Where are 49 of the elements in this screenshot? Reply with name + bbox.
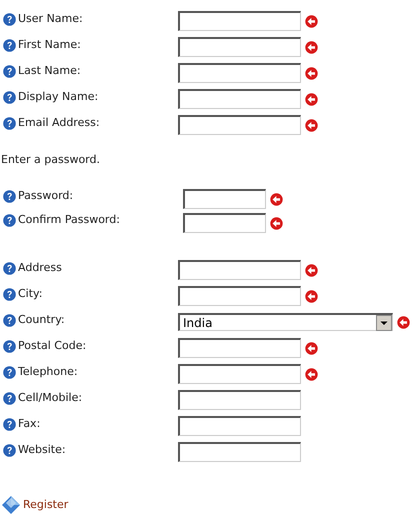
field-label: Website: (18, 442, 66, 458)
help-icon[interactable] (3, 214, 16, 227)
input-field[interactable] (178, 63, 301, 83)
password-field[interactable] (183, 189, 266, 209)
help-icon[interactable] (3, 418, 16, 431)
input-field[interactable] (178, 416, 301, 436)
password-field[interactable] (183, 213, 266, 233)
help-icon[interactable] (3, 444, 16, 457)
help-icon[interactable] (3, 12, 16, 26)
field-label: User Name: (18, 11, 83, 27)
input-field[interactable] (178, 260, 301, 280)
field-label: Confirm Password: (18, 212, 120, 228)
input-field[interactable] (178, 390, 301, 410)
help-icon[interactable] (3, 116, 16, 130)
register-link[interactable]: Register (23, 496, 68, 513)
input-field[interactable] (178, 442, 301, 462)
input-field[interactable] (178, 89, 301, 109)
help-icon[interactable] (3, 262, 16, 275)
field-label: Telephone: (18, 364, 78, 380)
field-label: Email Address: (18, 115, 100, 131)
input-field[interactable] (178, 115, 301, 135)
input-field[interactable] (178, 11, 301, 31)
help-icon[interactable] (3, 392, 16, 405)
field-label: Password: (18, 188, 74, 204)
help-icon[interactable] (3, 288, 16, 301)
input-field[interactable] (178, 364, 301, 384)
input-field[interactable] (178, 37, 301, 57)
input-field[interactable] (178, 338, 301, 358)
help-icon[interactable] (3, 314, 16, 327)
register-icon[interactable] (1, 495, 21, 515)
field-label: Cell/Mobile: (18, 390, 82, 406)
intro-text: Enter a password. (1, 153, 101, 167)
field-label: Address (18, 260, 62, 276)
help-icon[interactable] (3, 190, 16, 203)
help-icon[interactable] (3, 340, 16, 353)
field-label: City: (18, 286, 42, 302)
field-label: Display Name: (18, 89, 98, 105)
input-field[interactable] (178, 286, 301, 306)
field-label: Postal Code: (18, 338, 86, 354)
help-icon[interactable] (3, 366, 16, 379)
field-label: First Name: (18, 37, 81, 53)
field-label: Country: (18, 312, 65, 328)
help-icon[interactable] (3, 90, 16, 104)
field-label: Fax: (18, 416, 40, 432)
help-icon[interactable] (3, 64, 16, 78)
field-label: Last Name: (18, 63, 81, 79)
dropdown-icon[interactable] (376, 314, 392, 330)
country-select[interactable]: India (178, 313, 393, 331)
help-icon[interactable] (3, 38, 16, 52)
